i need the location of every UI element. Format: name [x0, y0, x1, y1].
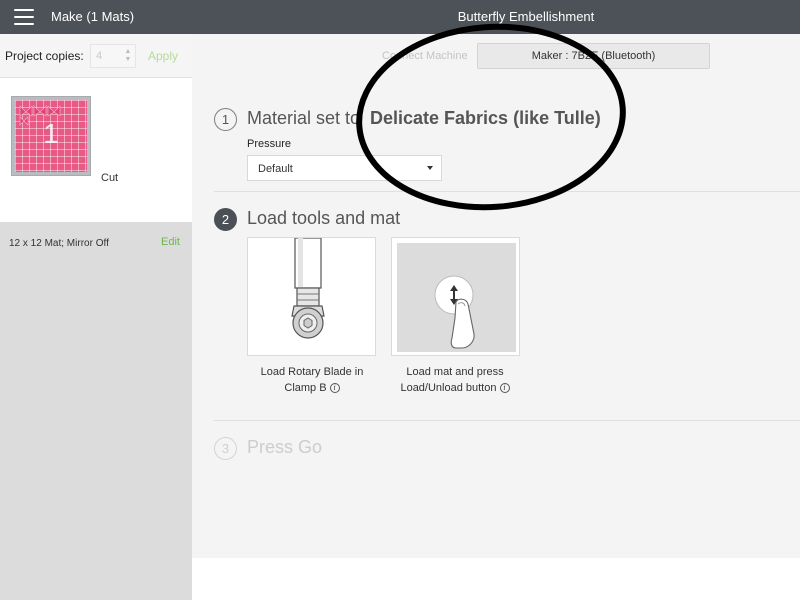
load-mat-caption-line2: Load/Unload button: [400, 382, 497, 394]
rotary-blade-icon: [291, 238, 325, 339]
info-icon[interactable]: i: [499, 383, 510, 394]
load-unload-icon: [397, 243, 516, 352]
rotary-blade-caption-line2-row: Clamp B i: [237, 380, 387, 396]
pressure-label: Pressure: [247, 138, 292, 150]
rotary-blade-caption-line2: Clamp B: [284, 382, 327, 394]
info-icon[interactable]: i: [329, 383, 340, 394]
copies-stepper[interactable]: ▲ ▼: [123, 48, 133, 64]
mat-preview: 1: [15, 100, 87, 172]
material-name: Delicate Fabrics (like Tulle): [370, 108, 601, 128]
rotary-blade-card: [247, 237, 376, 356]
mat-card[interactable]: 1 Cut 12 x 12 Mat; Mirror Off Edit: [0, 78, 192, 249]
divider: [214, 420, 800, 421]
divider: [214, 191, 800, 192]
project-copies-input[interactable]: 4 ▲ ▼: [90, 44, 136, 68]
step-1-number: 1: [214, 108, 237, 131]
rotary-blade-caption-line1: Load Rotary Blade in: [260, 366, 364, 378]
project-copies-value: 4: [96, 50, 103, 62]
step-2-title: Load tools and mat: [247, 208, 401, 228]
project-copies-label: Project copies:: [5, 49, 84, 63]
mat-thumbnail[interactable]: 1: [11, 96, 91, 176]
project-copies-bar: Project copies: 4 ▲ ▼ Apply: [0, 34, 192, 78]
main-panel: Connect Machine Maker : 7B2E (Bluetooth)…: [192, 34, 800, 558]
apply-button[interactable]: Apply: [148, 49, 178, 63]
footer-area: [192, 558, 800, 600]
step-3-number: 3: [214, 437, 237, 460]
load-mat-caption-line2-row: Load/Unload button i: [380, 380, 530, 396]
rotary-blade-caption: Load Rotary Blade in Clamp B i: [237, 364, 387, 396]
load-mat-caption: Load mat and press Load/Unload button i: [380, 364, 530, 396]
step-1-title: Material set to: [247, 108, 361, 128]
pressure-dropdown[interactable]: Default: [247, 155, 442, 181]
mat-cut-label: Cut: [101, 172, 119, 184]
machine-select-button[interactable]: Maker : 7B2E (Bluetooth): [477, 43, 710, 69]
project-title: Butterfly Embellishment: [457, 9, 595, 24]
connect-machine-label: Connect Machine: [382, 50, 468, 62]
step-3-title: Press Go: [247, 437, 323, 457]
step-2-number: 2: [214, 208, 237, 231]
mat-info: 12 x 12 Mat; Mirror Off: [9, 238, 109, 249]
mat-edit-link[interactable]: Edit: [161, 236, 180, 248]
pressure-value: Default: [258, 163, 293, 175]
sidebar: Project copies: 4 ▲ ▼ Apply 1 Cut 12 x 1…: [0, 34, 192, 600]
load-mat-caption-line1: Load mat and press: [406, 366, 504, 378]
load-mat-card: [391, 237, 520, 356]
caret-down-icon: [427, 166, 433, 170]
top-bar: Make (1 Mats) Butterfly Embellishment: [0, 0, 800, 34]
mat-number: 1: [43, 118, 59, 149]
